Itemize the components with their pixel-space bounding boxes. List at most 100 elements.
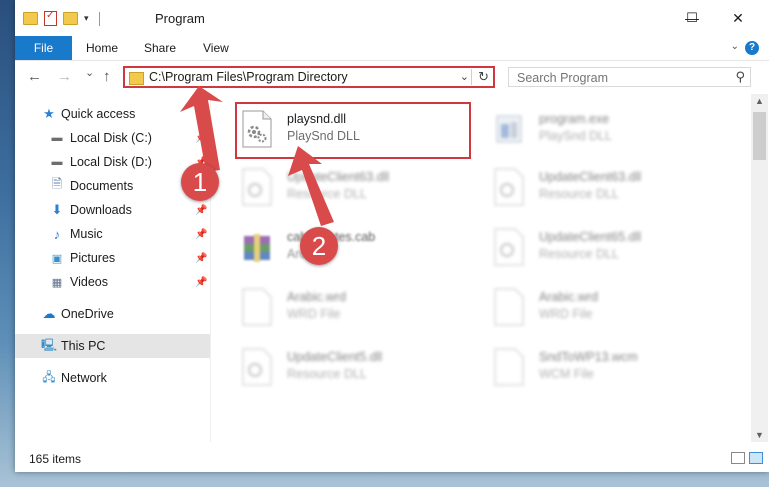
file-name: Arabic.wrd xyxy=(539,290,599,304)
customize-toolbar-icon[interactable]: ▾ xyxy=(84,13,89,24)
close-button[interactable]: ✕ xyxy=(715,0,761,36)
list-item[interactable]: Arabic.wrd WRD File xyxy=(235,280,475,336)
item-count: 165 items xyxy=(29,452,82,466)
folder-icon xyxy=(129,72,144,85)
network-icon: 🖧 xyxy=(42,369,56,384)
view-switcher xyxy=(731,452,763,464)
dll-icon xyxy=(494,228,524,266)
star-icon: ★ xyxy=(43,106,55,121)
refresh-button[interactable]: ↻ xyxy=(478,69,489,85)
address-divider xyxy=(471,69,472,85)
search-icon[interactable]: ⚲ xyxy=(735,69,745,85)
help-icon[interactable]: ? xyxy=(745,41,759,55)
tab-home[interactable]: Home xyxy=(86,36,118,60)
sidebar-item-pictures[interactable]: ▣ Pictures 📌 xyxy=(15,246,210,270)
vertical-scrollbar[interactable]: ▲ ▼ xyxy=(751,94,768,442)
new-folder-icon[interactable] xyxy=(63,12,78,25)
search-input[interactable] xyxy=(515,69,729,87)
scrollbar-thumb[interactable] xyxy=(753,112,766,160)
pictures-icon: ▣ xyxy=(51,252,63,265)
sidebar-item-label: Music xyxy=(70,227,103,241)
sidebar-item-onedrive[interactable]: ☁ OneDrive xyxy=(15,302,210,326)
back-button[interactable]: ← xyxy=(27,68,42,85)
documents-icon: 🗎 xyxy=(51,176,63,191)
music-icon: ♪ xyxy=(53,226,61,242)
title-bar: ▾ Program — ✕ ☐ xyxy=(15,0,769,36)
list-item[interactable]: cabupdates.cab Archive xyxy=(235,220,475,276)
chevron-down-icon[interactable]: ⌄ xyxy=(731,41,739,52)
pin-icon: 📌 xyxy=(195,228,208,240)
sidebar-item-quick-access[interactable]: ★ Quick access xyxy=(15,102,210,126)
file-type: WRD File xyxy=(539,307,593,321)
address-path[interactable]: C:\Program Files\Program Directory xyxy=(149,70,348,84)
quick-access-toolbar: ▾ xyxy=(23,10,100,26)
explorer-window: ▾ Program — ✕ ☐ File Home Share View ⌄ ?… xyxy=(15,0,769,472)
dll-icon xyxy=(494,168,524,206)
file-name: SndToWP13.wcm xyxy=(539,350,638,364)
sidebar-item-local-disk-c[interactable]: ▬ Local Disk (C:) 📌 xyxy=(15,126,210,150)
pin-icon: 📌 xyxy=(195,204,208,216)
sidebar-item-local-disk-d[interactable]: ▬ Local Disk (D:) 📌 xyxy=(15,150,210,174)
file-name: Arabic.wrd xyxy=(287,290,347,304)
file-type: Resource DLL xyxy=(539,187,619,201)
pin-icon: 📌 xyxy=(195,132,208,144)
maximize-button[interactable]: ☐ xyxy=(669,0,715,36)
details-view-icon[interactable] xyxy=(731,452,745,464)
sidebar-item-label: This PC xyxy=(61,339,106,353)
tab-share[interactable]: Share xyxy=(144,36,176,60)
sidebar-item-network[interactable]: 🖧 Network xyxy=(15,366,210,390)
file-icon xyxy=(494,348,524,386)
step-2-badge: 2 xyxy=(300,227,338,265)
list-item[interactable]: UpdateClient65.dll Resource DLL xyxy=(487,220,727,276)
list-item[interactable]: program.exe PlaySnd DLL xyxy=(487,102,727,158)
file-type: WCM File xyxy=(539,367,594,381)
list-item[interactable]: UpdateClient63.dll Resource DLL xyxy=(487,160,727,216)
address-bar[interactable]: C:\Program Files\Program Directory ⌄ ↻ xyxy=(123,66,495,88)
archive-icon xyxy=(244,234,270,262)
dll-icon xyxy=(242,348,272,386)
sidebar-item-downloads[interactable]: ⬇ Downloads 📌 xyxy=(15,198,210,222)
file-name: UpdateClient65.dll xyxy=(539,230,642,244)
file-type: Resource DLL xyxy=(287,367,367,381)
file-list: playsnd.dll PlaySnd DLL program.exe Play… xyxy=(211,94,751,442)
drive-icon: ▬ xyxy=(51,156,63,168)
window-title: Program xyxy=(155,11,205,26)
sidebar-item-label: Quick access xyxy=(61,107,136,121)
file-name: UpdateClient63.dll xyxy=(287,170,390,184)
highlight-box xyxy=(235,102,471,159)
file-name: UpdateClient63.dll xyxy=(539,170,642,184)
sidebar-item-this-pc[interactable]: 🖳 This PC xyxy=(15,334,210,358)
forward-button[interactable]: → xyxy=(57,68,72,85)
large-icons-view-icon[interactable] xyxy=(749,452,763,464)
navigation-pane: ★ Quick access ▬ Local Disk (C:) 📌 ▬ Loc… xyxy=(15,94,210,442)
recent-locations-button[interactable]: ⌄ xyxy=(85,66,94,79)
sidebar-item-videos[interactable]: ▦ Videos 📌 xyxy=(15,270,210,294)
file-name: UpdateClient5.dll xyxy=(287,350,383,364)
minimize-button-alt xyxy=(623,0,669,36)
list-item[interactable]: UpdateClient5.dll Resource DLL xyxy=(235,340,475,396)
scroll-up-icon[interactable]: ▲ xyxy=(755,96,764,106)
download-icon: ⬇ xyxy=(51,202,63,217)
pin-icon: 📌 xyxy=(195,252,208,264)
up-button[interactable]: ↑ xyxy=(103,68,111,85)
list-item[interactable]: UpdateClient63.dll Resource DLL xyxy=(235,160,475,216)
chevron-down-icon[interactable]: ⌄ xyxy=(460,70,469,83)
dll-icon xyxy=(242,168,272,206)
sidebar-item-label: Documents xyxy=(70,179,134,193)
tab-view[interactable]: View xyxy=(203,36,229,60)
list-item[interactable]: Arabic.wrd WRD File xyxy=(487,280,727,336)
scroll-down-icon[interactable]: ▼ xyxy=(755,430,764,440)
list-item[interactable]: SndToWP13.wcm WCM File xyxy=(487,340,727,396)
file-type: Resource DLL xyxy=(287,187,367,201)
file-type: WRD File xyxy=(287,307,341,321)
sidebar-item-music[interactable]: ♪ Music 📌 xyxy=(15,222,210,246)
properties-icon[interactable] xyxy=(44,10,57,26)
search-box[interactable]: ⚲ xyxy=(508,67,751,87)
toolbar-divider xyxy=(98,11,100,26)
tab-file[interactable]: File xyxy=(15,36,72,60)
sidebar-item-label: OneDrive xyxy=(61,307,114,321)
ribbon: File Home Share View ⌄ ? xyxy=(15,36,769,61)
sidebar-item-label: Videos xyxy=(70,275,108,289)
file-icon xyxy=(494,288,524,326)
folder-icon[interactable] xyxy=(23,12,38,25)
